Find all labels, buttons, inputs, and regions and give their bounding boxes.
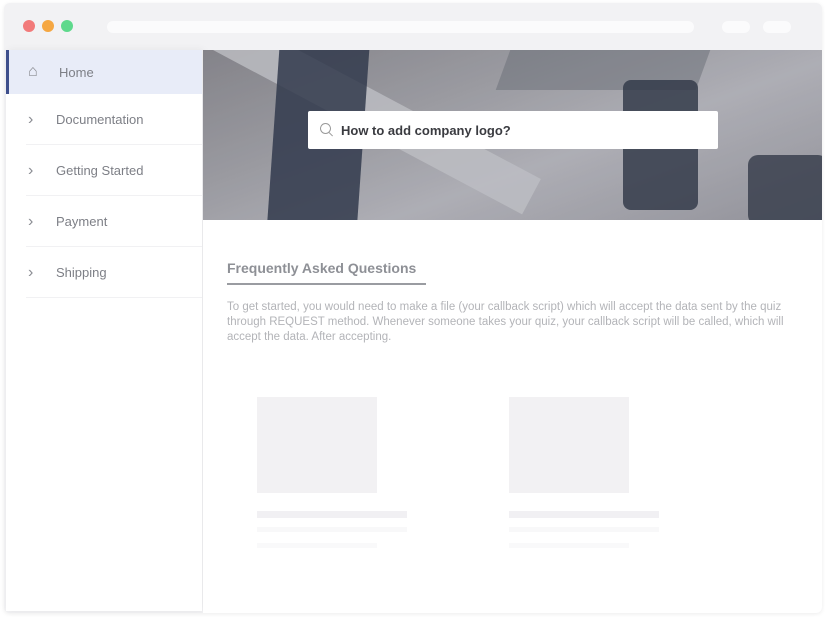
browser-window: ⌂ Home › Documentation › Getting Started… bbox=[4, 3, 822, 613]
sidebar-item-home[interactable]: ⌂ Home bbox=[6, 50, 202, 94]
maximize-window-button[interactable] bbox=[61, 20, 73, 32]
faq-heading: Frequently Asked Questions bbox=[227, 260, 426, 285]
chevron-right-icon: › bbox=[28, 161, 34, 179]
sidebar-item-label: Shipping bbox=[56, 265, 107, 280]
toolbar-button[interactable] bbox=[722, 21, 750, 33]
close-window-button[interactable] bbox=[23, 20, 35, 32]
sidebar-item-label: Getting Started bbox=[56, 163, 144, 178]
sidebar-item-label: Home bbox=[59, 64, 94, 80]
address-bar[interactable] bbox=[107, 21, 694, 33]
search-input[interactable]: How to add company logo? bbox=[308, 111, 718, 149]
sidebar-item-payment[interactable]: › Payment bbox=[6, 196, 202, 247]
placeholder-image bbox=[509, 397, 629, 493]
sidebar-item-documentation[interactable]: › Documentation bbox=[6, 94, 202, 145]
toolbar-button[interactable] bbox=[763, 21, 791, 33]
search-value: How to add company logo? bbox=[341, 122, 511, 138]
search-icon bbox=[320, 123, 334, 137]
main-content: How to add company logo? Frequently Aske… bbox=[203, 50, 822, 613]
chevron-right-icon: › bbox=[28, 212, 34, 230]
faq-text: To get started, you would need to make a… bbox=[227, 301, 784, 343]
sidebar-item-label: Payment bbox=[56, 214, 108, 229]
sidebar-item-label: Documentation bbox=[56, 112, 144, 127]
placeholder-card bbox=[257, 397, 409, 548]
placeholder-image bbox=[257, 397, 377, 493]
sidebar-item-shipping[interactable]: › Shipping bbox=[6, 247, 202, 298]
sidebar: ⌂ Home › Documentation › Getting Started… bbox=[6, 50, 202, 611]
chevron-right-icon: › bbox=[28, 110, 34, 128]
hero-banner-image: How to add company logo? bbox=[203, 50, 822, 220]
sidebar-item-getting-started[interactable]: › Getting Started bbox=[6, 145, 202, 196]
home-icon: ⌂ bbox=[28, 63, 38, 80]
placeholder-card bbox=[509, 397, 661, 548]
chevron-right-icon: › bbox=[28, 263, 34, 281]
minimize-window-button[interactable] bbox=[42, 20, 54, 32]
